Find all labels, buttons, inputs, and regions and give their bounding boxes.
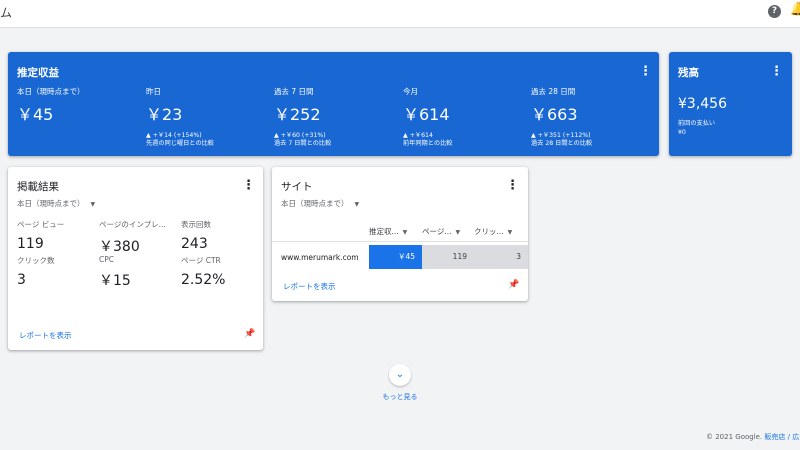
estimated-earnings-title: 推定収益 bbox=[17, 67, 59, 79]
sites-title: サイト bbox=[281, 181, 313, 193]
metric-value: ￥252 bbox=[274, 105, 321, 124]
column-header-clicks[interactable]: クリッ... ▼ bbox=[474, 226, 512, 237]
last-payment-label: 前回の支払い bbox=[678, 120, 716, 127]
metric-label: ページのインプレ... bbox=[99, 220, 166, 229]
metric-comparison: 過去 7 日間との比較 bbox=[274, 140, 332, 147]
balance-card: 残高 ⋮ ¥3,456 前回の支払い ¥0 bbox=[669, 52, 792, 156]
metric-comparison: 前年同期との比較 bbox=[403, 140, 453, 147]
earnings-metric-yesterday[interactable]: 昨日 ￥23 ▲ +￥14 (+154%) 先週の同じ曜日との比較 bbox=[146, 86, 272, 148]
metric-comparison: 先週の同じ曜日との比較 bbox=[146, 140, 214, 147]
chevron-down-icon: ▼ bbox=[354, 201, 360, 208]
view-report-link[interactable]: レポートを表示 bbox=[283, 281, 336, 292]
sites-card: サイト ⋮ 本日（現時点まで） ▼ 推定収... ▼ ページ... ▼ クリッ... ▼… bbox=[272, 167, 528, 301]
app-title: ム bbox=[0, 6, 13, 20]
metric-value: ￥45 bbox=[17, 105, 54, 124]
site-url[interactable]: www.merumark.com bbox=[281, 253, 359, 262]
earnings-metric-this-month[interactable]: 今月 ￥614 ▲ +￥614 前年同期との比較 bbox=[403, 86, 529, 148]
metric-change: ▲ +￥60 (+31%) bbox=[274, 132, 326, 139]
metric-value: 2.52% bbox=[181, 272, 226, 288]
column-header-estimated-earnings[interactable]: 推定収... ▼ bbox=[369, 226, 407, 237]
metric-label: 表示回数 bbox=[181, 220, 211, 229]
metric-label: 過去 7 日間 bbox=[274, 87, 314, 96]
metric-value: 119 bbox=[17, 236, 44, 252]
metric-label: ページ CTR bbox=[181, 256, 221, 265]
chevron-down-icon: ▼ bbox=[90, 201, 96, 208]
metric-value: ￥23 bbox=[146, 105, 183, 124]
chevron-down-icon: ⌄ bbox=[395, 369, 405, 380]
metric-value: ￥614 bbox=[403, 105, 450, 124]
help-icon[interactable]: ? bbox=[768, 5, 781, 18]
earnings-metric-today[interactable]: 本日（現時点まで） ￥45 bbox=[17, 86, 143, 131]
metric-change: ▲ +￥614 bbox=[403, 132, 433, 139]
pin-icon[interactable]: 📌 bbox=[508, 280, 519, 290]
metric-label: 昨日 bbox=[146, 87, 161, 96]
copyright-text: © 2021 Google. bbox=[706, 433, 765, 441]
balance-title: 残高 bbox=[678, 67, 699, 79]
date-range-dropdown[interactable]: 本日（現時点まで） ▼ bbox=[17, 198, 95, 209]
show-more-button[interactable]: ⌄ bbox=[389, 364, 411, 386]
metric-label: CPC bbox=[99, 255, 114, 264]
cell-clicks: 3 bbox=[474, 245, 528, 269]
metric-value: ￥663 bbox=[531, 105, 578, 124]
chevron-down-icon: ▼ bbox=[507, 229, 513, 236]
cell-estimated-earnings: ￥45 bbox=[369, 245, 422, 269]
performance-card: 掲載結果 ⋮ 本日（現時点まで） ▼ ページ ビュー 119 ページのインプレ..… bbox=[8, 167, 263, 350]
date-range-label: 本日（現時点まで） bbox=[281, 199, 349, 208]
notifications-icon[interactable]: 🔔 bbox=[790, 2, 800, 17]
metric-value: ￥15 bbox=[99, 273, 131, 289]
more-options-icon[interactable]: ⋮ bbox=[506, 179, 519, 192]
more-options-icon[interactable]: ⋮ bbox=[770, 65, 783, 78]
cell-page-views: 119 bbox=[422, 245, 474, 269]
pin-icon[interactable]: 📌 bbox=[244, 329, 255, 339]
perf-metric-page-ctr: ページ CTR 2.52% bbox=[181, 255, 261, 288]
metric-change: ▲ +￥14 (+154%) bbox=[146, 132, 202, 139]
more-options-icon[interactable]: ⋮ bbox=[242, 179, 255, 192]
perf-metric-cpc: CPC ￥15 bbox=[99, 255, 179, 290]
footer-link[interactable]: 販売店 / 広告 bbox=[764, 433, 800, 441]
more-options-icon[interactable]: ⋮ bbox=[639, 65, 652, 78]
metric-label: クリック数 bbox=[17, 256, 55, 265]
perf-metric-clicks: クリック数 3 bbox=[17, 255, 97, 288]
metric-value: 3 bbox=[17, 272, 26, 288]
footer: © 2021 Google. 販売店 / 広告 bbox=[706, 432, 800, 442]
earnings-metric-last-7-days[interactable]: 過去 7 日間 ￥252 ▲ +￥60 (+31%) 過去 7 日間との比較 bbox=[274, 86, 400, 148]
last-payment: 前回の支払い ¥0 bbox=[678, 119, 715, 137]
show-more-label[interactable]: もっと見る bbox=[370, 392, 430, 402]
metric-label: 今月 bbox=[403, 87, 418, 96]
perf-metric-impressions: 表示回数 243 bbox=[181, 219, 261, 252]
estimated-earnings-card: 推定収益 ⋮ 本日（現時点まで） ￥45 昨日 ￥23 ▲ +￥14 (+154… bbox=[8, 52, 659, 156]
earnings-metric-last-28-days[interactable]: 過去 28 日間 ￥663 ▲ +￥351 (+112%) 過去 28 日間との… bbox=[531, 86, 657, 148]
last-payment-value: ¥0 bbox=[678, 129, 686, 136]
top-bar: ム ? 🔔 bbox=[0, 0, 800, 28]
metric-comparison: 過去 28 日間との比較 bbox=[531, 140, 593, 147]
metric-change: ▲ +￥351 (+112%) bbox=[531, 132, 591, 139]
balance-value: ¥3,456 bbox=[678, 96, 727, 112]
chevron-down-icon: ▼ bbox=[455, 229, 461, 236]
divider bbox=[272, 241, 528, 242]
date-range-label: 本日（現時点まで） bbox=[17, 199, 85, 208]
perf-metric-page-views: ページ ビュー 119 bbox=[17, 219, 97, 252]
view-report-link[interactable]: レポートを表示 bbox=[19, 330, 72, 341]
date-range-dropdown[interactable]: 本日（現時点まで） ▼ bbox=[281, 198, 359, 209]
metric-value: 243 bbox=[181, 236, 208, 252]
chevron-down-icon: ▼ bbox=[402, 229, 408, 236]
metric-label: ページ ビュー bbox=[17, 220, 65, 229]
performance-title: 掲載結果 bbox=[17, 181, 59, 193]
perf-metric-page-rpm: ページのインプレ... ￥380 bbox=[99, 219, 177, 256]
metric-label: 本日（現時点まで） bbox=[17, 87, 85, 96]
metric-value: ￥380 bbox=[99, 239, 140, 255]
metric-label: 過去 28 日間 bbox=[531, 87, 576, 96]
column-header-page-views[interactable]: ページ... ▼ bbox=[422, 226, 460, 237]
